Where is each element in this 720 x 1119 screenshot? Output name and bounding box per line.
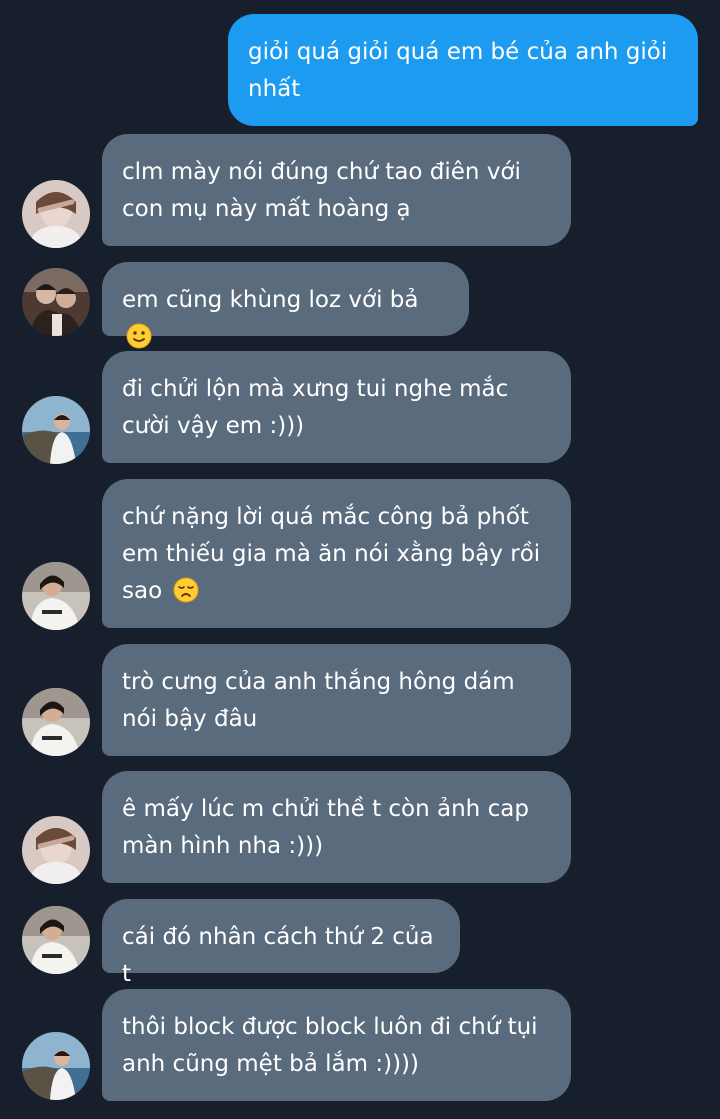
avatar[interactable] <box>22 1032 90 1100</box>
incoming-message-bubble[interactable]: ê mấy lúc m chửi thề t còn ảnh cap màn h… <box>102 771 571 883</box>
avatar-photo-white-shirt <box>22 906 90 974</box>
slightly-smiling-face-icon <box>126 323 152 349</box>
avatar[interactable] <box>22 816 90 884</box>
avatar-photo-white-shirt <box>22 562 90 630</box>
incoming-message-bubble[interactable]: em cũng khùng loz với bả <box>102 262 469 349</box>
avatar-photo-hoodie <box>22 180 90 248</box>
avatar[interactable] <box>22 268 90 336</box>
avatar-photo-seaside <box>22 1032 90 1100</box>
incoming-message-bubble[interactable]: cái đó nhân cách thứ 2 của t <box>102 899 460 987</box>
disappointed-face-icon <box>173 577 199 603</box>
message-text: thôi block được block luôn đi chứ tụi an… <box>122 1014 538 1077</box>
incoming-message-bubble[interactable]: clm mày nói đúng chứ tao điên với con mụ… <box>102 134 571 246</box>
incoming-message-bubble[interactable]: đi chửi lộn mà xưng tui nghe mắc cười vậ… <box>102 351 571 463</box>
message-text: em cũng khùng loz với bả <box>122 287 419 313</box>
message-text: trò cưng của anh thắng hông dám nói bậy … <box>122 669 515 732</box>
avatar[interactable] <box>22 562 90 630</box>
avatar-photo-hoodie <box>22 816 90 884</box>
message-text: clm mày nói đúng chứ tao điên với con mụ… <box>122 159 521 222</box>
avatar[interactable] <box>22 396 90 464</box>
incoming-message-bubble[interactable]: chứ nặng lời quá mắc công bả phốt em thi… <box>102 479 571 628</box>
avatar[interactable] <box>22 180 90 248</box>
avatar-photo-white-shirt <box>22 688 90 756</box>
incoming-message-bubble[interactable]: trò cưng của anh thắng hông dám nói bậy … <box>102 644 571 756</box>
message-text: cái đó nhân cách thứ 2 của t <box>122 924 434 987</box>
message-text: giỏi quá giỏi quá em bé của anh giỏi nhấ… <box>248 39 668 102</box>
avatar[interactable] <box>22 906 90 974</box>
message-text: đi chửi lộn mà xưng tui nghe mắc cười vậ… <box>122 376 509 439</box>
message-text: ê mấy lúc m chửi thề t còn ảnh cap màn h… <box>122 796 529 859</box>
avatar-photo-seaside <box>22 396 90 464</box>
incoming-message-bubble[interactable]: thôi block được block luôn đi chứ tụi an… <box>102 989 571 1101</box>
outgoing-message-bubble[interactable]: giỏi quá giỏi quá em bé của anh giỏi nhấ… <box>228 14 698 126</box>
avatar[interactable] <box>22 688 90 756</box>
avatar-photo-couple <box>22 268 90 336</box>
